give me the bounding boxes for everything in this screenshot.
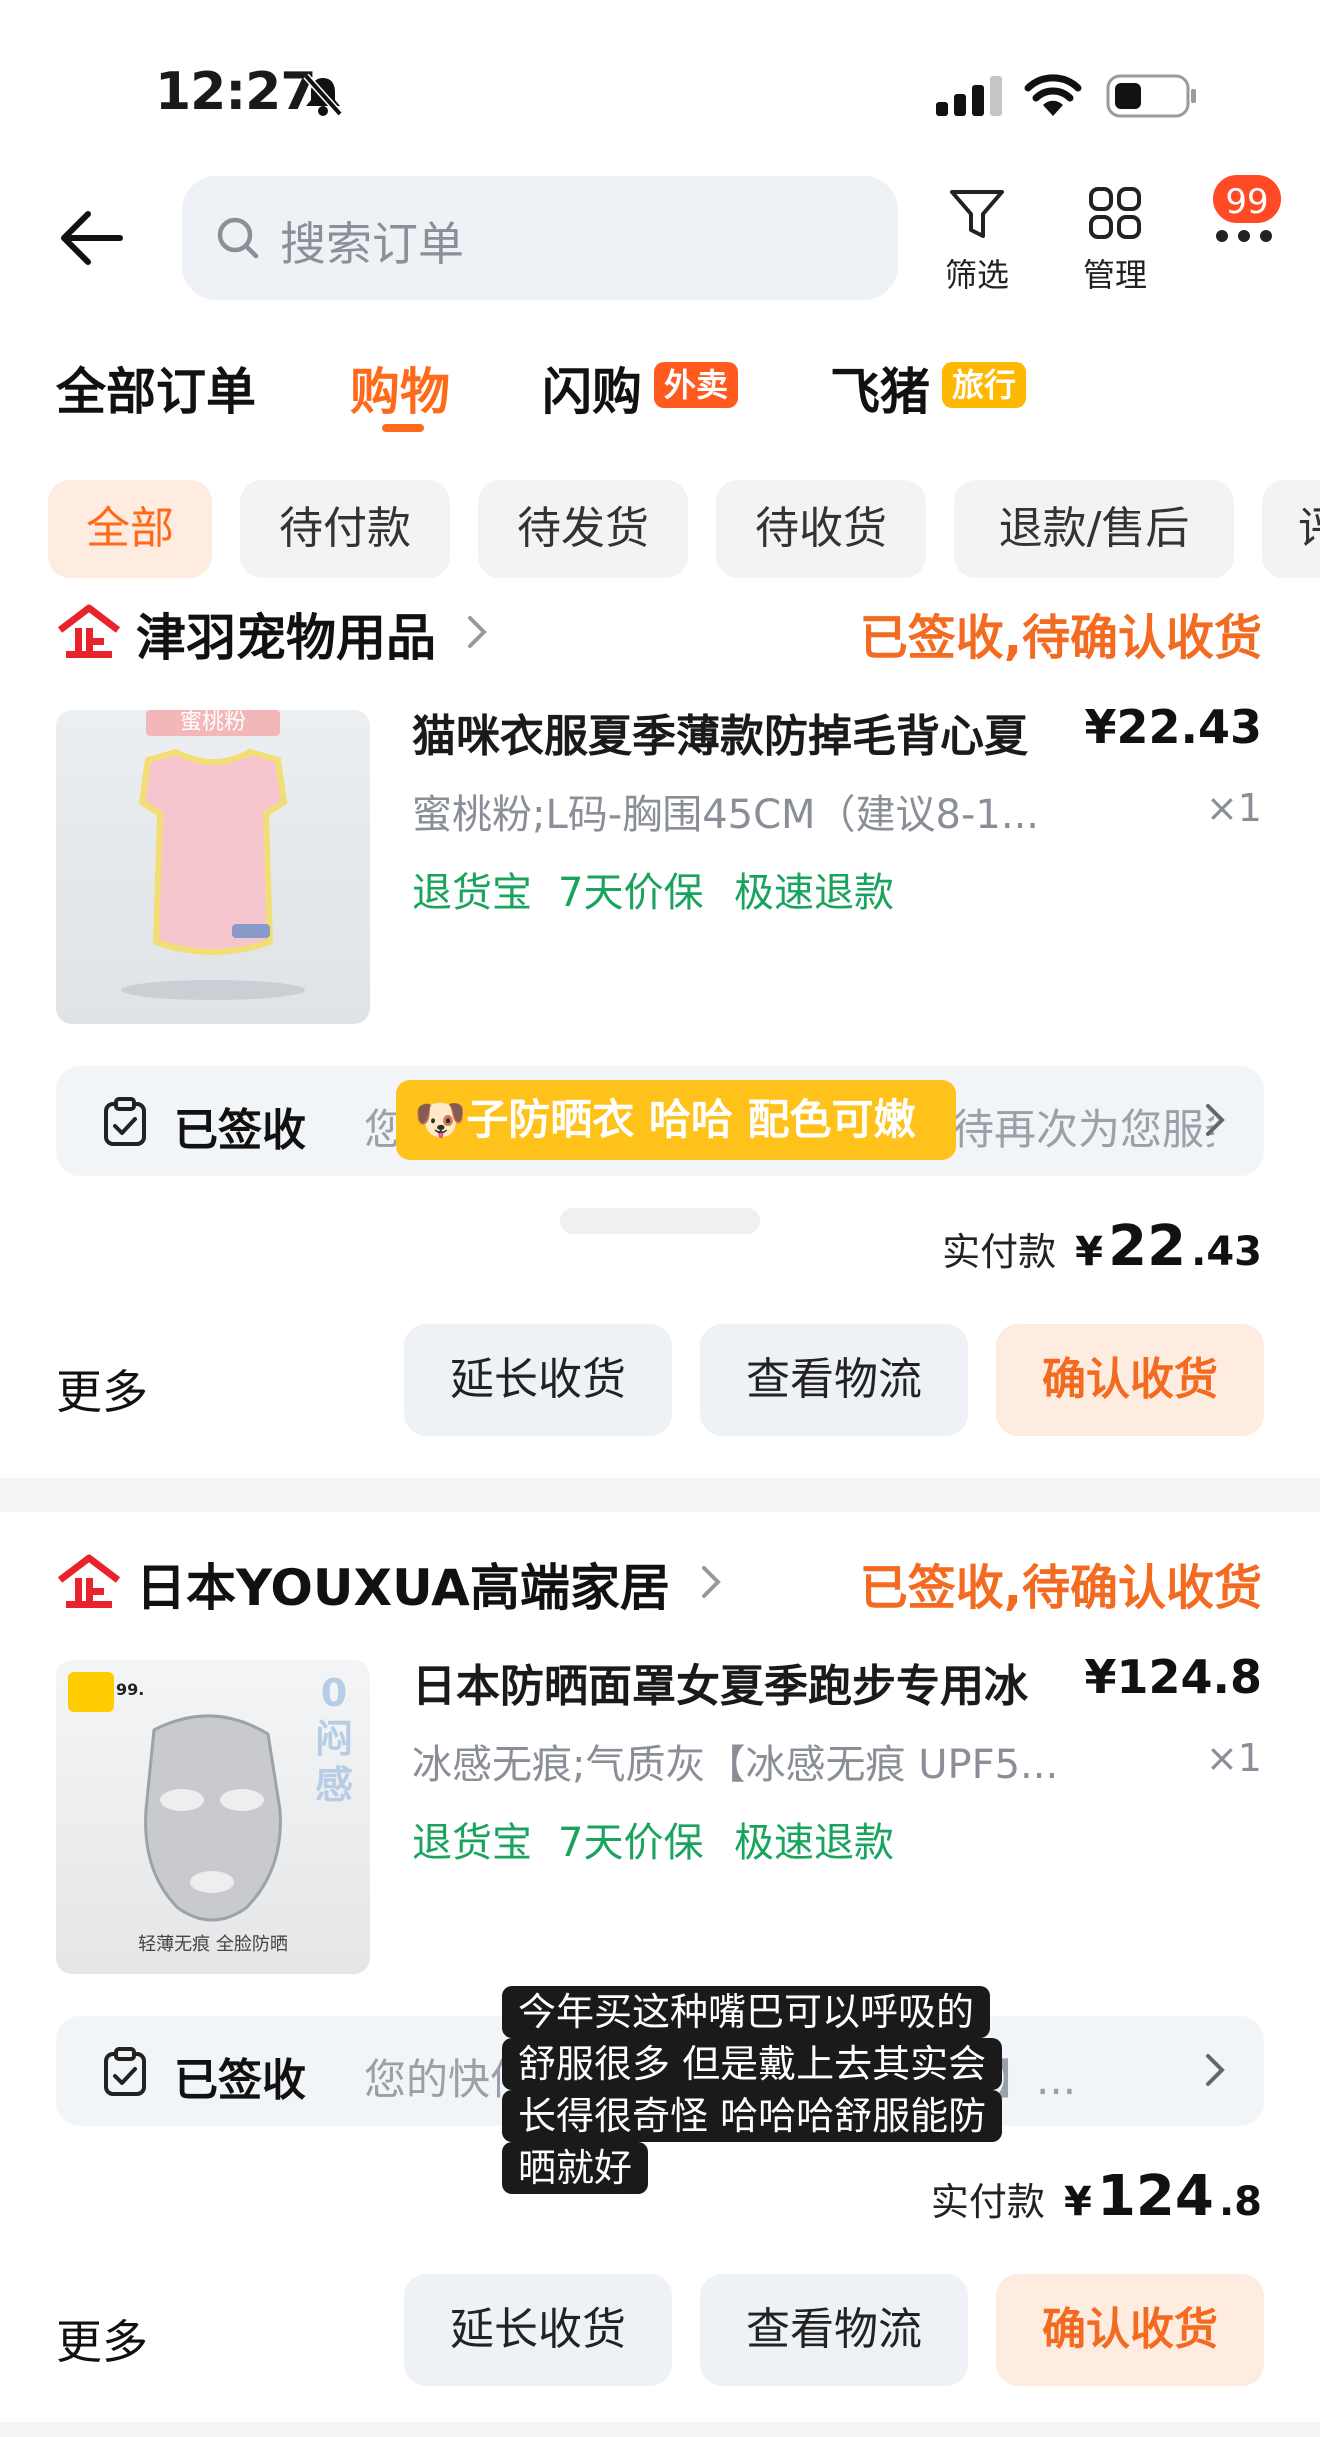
- filter-funnel-icon: [947, 190, 1007, 246]
- filter-button[interactable]: 筛选: [922, 186, 1032, 296]
- thumb-side-text: 0闷感: [314, 1671, 353, 1807]
- search-placeholder: 搜索订单: [280, 217, 464, 271]
- paid-label: 实付款: [942, 1230, 1057, 1274]
- active-tab-indicator: [382, 424, 424, 432]
- tmall-shop-icon: [56, 1554, 122, 1614]
- paid-currency: ¥: [1075, 1229, 1104, 1275]
- order-status: 已签收,待确认收货: [859, 1560, 1262, 1616]
- clipboard-check-icon: [100, 1096, 150, 1152]
- filter-label: 筛选: [944, 256, 1009, 294]
- clipboard-check-icon: [100, 2046, 150, 2102]
- paid-currency: ¥: [1064, 2179, 1092, 2225]
- status-bar: 12:27: [0, 0, 1320, 170]
- section-divider: [0, 1478, 1320, 1512]
- caption-overlay: 今年买这种嘴巴可以呼吸的 舒服很多 但是戴上去其实会 长得很奇怪 哈哈哈舒服能防…: [502, 1986, 1046, 2194]
- product-sku: 蜜桃粉;L码-胸围45CM（建议8-1...: [412, 792, 1040, 838]
- bottom-divider: [0, 2422, 1320, 2437]
- more-actions-link[interactable]: 更多: [56, 2306, 148, 2372]
- search-icon: [214, 214, 264, 268]
- chevron-right-icon: [700, 1560, 724, 1608]
- blurred-text: [560, 1208, 760, 1234]
- chip-all[interactable]: 全部: [48, 480, 212, 578]
- chip-pending-payment[interactable]: 待付款: [240, 480, 450, 578]
- paid-decimal: .8: [1218, 2179, 1262, 2225]
- product-price: ¥22.43: [1084, 700, 1262, 754]
- product-title[interactable]: 日本防晒面罩女夏季跑步专用冰: [412, 1650, 1028, 1714]
- chevron-right-icon: [1204, 2050, 1228, 2094]
- view-logistics-button[interactable]: 查看物流: [700, 2274, 968, 2386]
- service-tag-price-protect: 7天价保: [558, 870, 704, 916]
- sticker-text: 子防晒衣 哈哈 配色可嫩: [466, 1095, 916, 1144]
- service-tag-return: 退货宝: [412, 870, 532, 916]
- product-price: ¥124.8: [1084, 1650, 1262, 1704]
- shop-name[interactable]: 日本YOUXUA高端家居: [136, 1548, 670, 1620]
- manage-label: 管理: [1082, 256, 1147, 294]
- caption-sticker: 🐶子防晒衣 哈哈 配色可嫩: [396, 1080, 956, 1160]
- caption-line: 舒服很多 但是戴上去其实会: [502, 2038, 1003, 2090]
- chip-review[interactable]: 评: [1262, 480, 1320, 578]
- service-tag-fast-refund: 极速退款: [734, 870, 894, 916]
- order-status: 已签收,待确认收货: [859, 610, 1262, 666]
- product-thumbnail[interactable]: 99. 0闷感 轻薄无痕 全脸防晒: [56, 1660, 370, 1974]
- chip-refund-aftersale[interactable]: 退款/售后: [954, 480, 1234, 578]
- more-dots-icon: [1214, 228, 1274, 248]
- thumb-color-label: 蜜桃粉: [179, 710, 246, 735]
- confirm-receipt-button[interactable]: 确认收货: [996, 2274, 1264, 2386]
- logistics-status: 已签收: [174, 2055, 306, 2106]
- tab-all-orders[interactable]: 全部订单: [56, 352, 256, 424]
- tab-flash-buy[interactable]: 闪购: [542, 352, 642, 424]
- product-sku: 冰感无痕;气质灰【冰感无痕 UPF5...: [412, 1742, 1059, 1788]
- product-quantity: ×1: [1205, 786, 1262, 830]
- shop-name[interactable]: 津羽宠物用品: [136, 598, 436, 670]
- chip-pending-receipt[interactable]: 待收货: [716, 480, 926, 578]
- thumb-caption: 轻薄无痕 全脸防晒: [138, 1934, 288, 1955]
- paid-integer: 124: [1096, 2164, 1214, 2229]
- caption-line: 长得很奇怪 哈哈哈舒服能防: [502, 2090, 1003, 2142]
- bell-muted-icon: [300, 72, 346, 122]
- back-arrow-icon[interactable]: [56, 208, 126, 268]
- caption-line: 今年买这种嘴巴可以呼吸的: [502, 1986, 991, 2038]
- more-actions-link[interactable]: 更多: [56, 1356, 148, 1422]
- paid-integer: 22: [1108, 1214, 1187, 1279]
- grid-manage-icon: [1085, 187, 1145, 246]
- extend-receipt-button[interactable]: 延长收货: [404, 2274, 672, 2386]
- caption-line: 晒就好: [502, 2142, 649, 2194]
- status-time: 12:27: [155, 62, 317, 122]
- confirm-receipt-button[interactable]: 确认收货: [996, 1324, 1264, 1436]
- tab-fliggy-tag: 旅行: [942, 362, 1027, 408]
- dog-emoji-icon: 🐶: [414, 1095, 467, 1144]
- product-thumbnail[interactable]: 蜜桃粉: [56, 710, 370, 1024]
- logistics-status: 已签收: [174, 1105, 306, 1156]
- service-tag-return: 退货宝: [412, 1820, 532, 1866]
- extend-receipt-button[interactable]: 延长收货: [404, 1324, 672, 1436]
- tab-flash-buy-tag: 外卖: [654, 362, 739, 408]
- service-tag-price-protect: 7天价保: [558, 1820, 704, 1866]
- chevron-right-icon: [1204, 1100, 1228, 1144]
- product-quantity: ×1: [1205, 1736, 1262, 1780]
- wifi-icon: [1024, 72, 1082, 122]
- manage-button[interactable]: 管理: [1060, 186, 1170, 296]
- thumb-badge: 99.: [116, 1680, 145, 1699]
- cellular-signal-icon: [936, 76, 1006, 120]
- search-input[interactable]: 搜索订单: [182, 176, 898, 300]
- battery-icon: [1106, 74, 1198, 122]
- chip-pending-shipment[interactable]: 待发货: [478, 480, 688, 578]
- tab-shopping[interactable]: 购物: [350, 352, 450, 424]
- service-tag-fast-refund: 极速退款: [734, 1820, 894, 1866]
- paid-amount: 实付款 ¥ 22 .43: [942, 1214, 1262, 1279]
- notification-badge: 99: [1210, 172, 1284, 226]
- tmall-shop-icon: [56, 604, 122, 664]
- tab-fliggy[interactable]: 飞猪: [830, 352, 930, 424]
- paid-decimal: .43: [1191, 1229, 1262, 1275]
- view-logistics-button[interactable]: 查看物流: [700, 1324, 968, 1436]
- product-title[interactable]: 猫咪衣服夏季薄款防掉毛背心夏: [412, 700, 1028, 764]
- chevron-right-icon: [466, 610, 490, 658]
